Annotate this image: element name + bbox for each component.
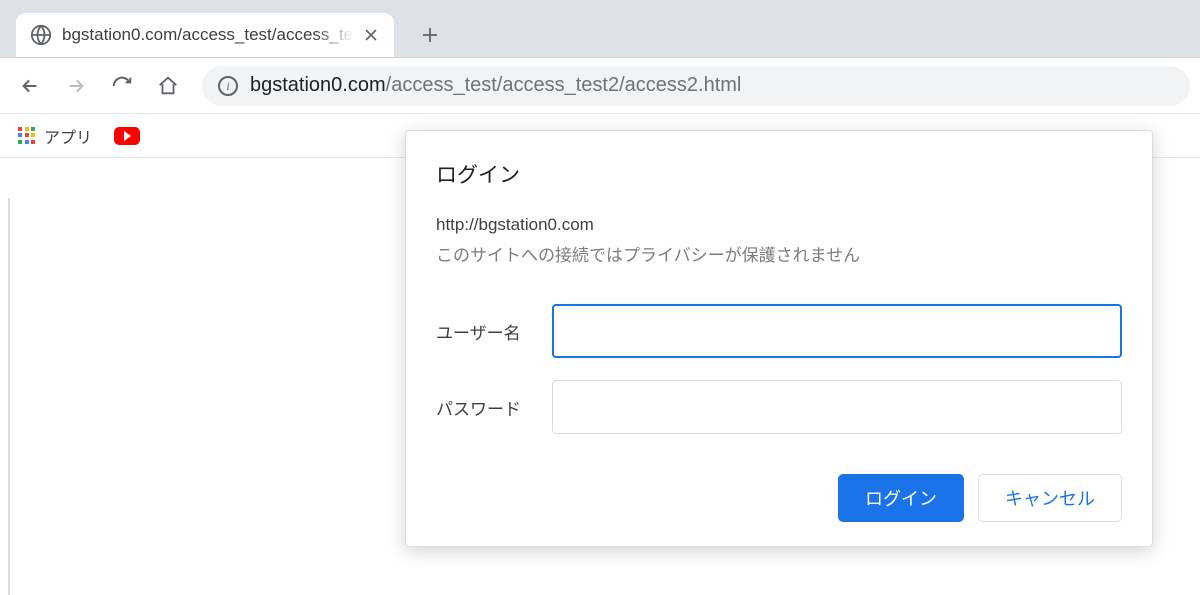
toolbar: i bgstation0.com/access_test/access_test… (0, 58, 1200, 114)
password-label: パスワード (436, 395, 552, 420)
forward-button[interactable] (56, 66, 96, 106)
youtube-icon (114, 127, 140, 145)
dialog-title: ログイン (436, 159, 1122, 189)
new-tab-button[interactable] (410, 15, 450, 55)
reload-button[interactable] (102, 66, 142, 106)
dialog-origin: http://bgstation0.com (436, 215, 1122, 235)
apps-shortcut[interactable]: アプリ (18, 124, 92, 148)
password-row: パスワード (436, 380, 1122, 434)
auth-dialog: ログイン http://bgstation0.com このサイトへの接続ではプラ… (405, 130, 1153, 547)
url-text: bgstation0.com/access_test/access_test2/… (250, 74, 741, 97)
username-label: ユーザー名 (436, 319, 552, 344)
dialog-buttons: ログイン キャンセル (436, 474, 1122, 522)
globe-icon (30, 24, 52, 46)
back-button[interactable] (10, 66, 50, 106)
apps-label: アプリ (44, 124, 92, 148)
tab-strip: bgstation0.com/access_test/access_test2/… (0, 0, 1200, 58)
address-bar[interactable]: i bgstation0.com/access_test/access_test… (202, 66, 1190, 106)
username-row: ユーザー名 (436, 304, 1122, 358)
cancel-button[interactable]: キャンセル (978, 474, 1122, 522)
close-icon[interactable] (362, 26, 380, 44)
url-path: /access_test/access_test2/access2.html (386, 74, 742, 96)
bookmark-youtube[interactable] (114, 127, 140, 145)
dialog-warning: このサイトへの接続ではプライバシーが保護されません (436, 241, 1122, 266)
content-divider (8, 198, 10, 595)
tab-title: bgstation0.com/access_test/access_test2/… (62, 25, 352, 45)
url-host: bgstation0.com (250, 74, 386, 96)
apps-icon (18, 127, 36, 145)
browser-tab[interactable]: bgstation0.com/access_test/access_test2/… (16, 13, 394, 57)
password-input[interactable] (552, 380, 1122, 434)
username-input[interactable] (552, 304, 1122, 358)
login-button[interactable]: ログイン (838, 474, 964, 522)
home-button[interactable] (148, 66, 188, 106)
info-icon[interactable]: i (218, 76, 238, 96)
